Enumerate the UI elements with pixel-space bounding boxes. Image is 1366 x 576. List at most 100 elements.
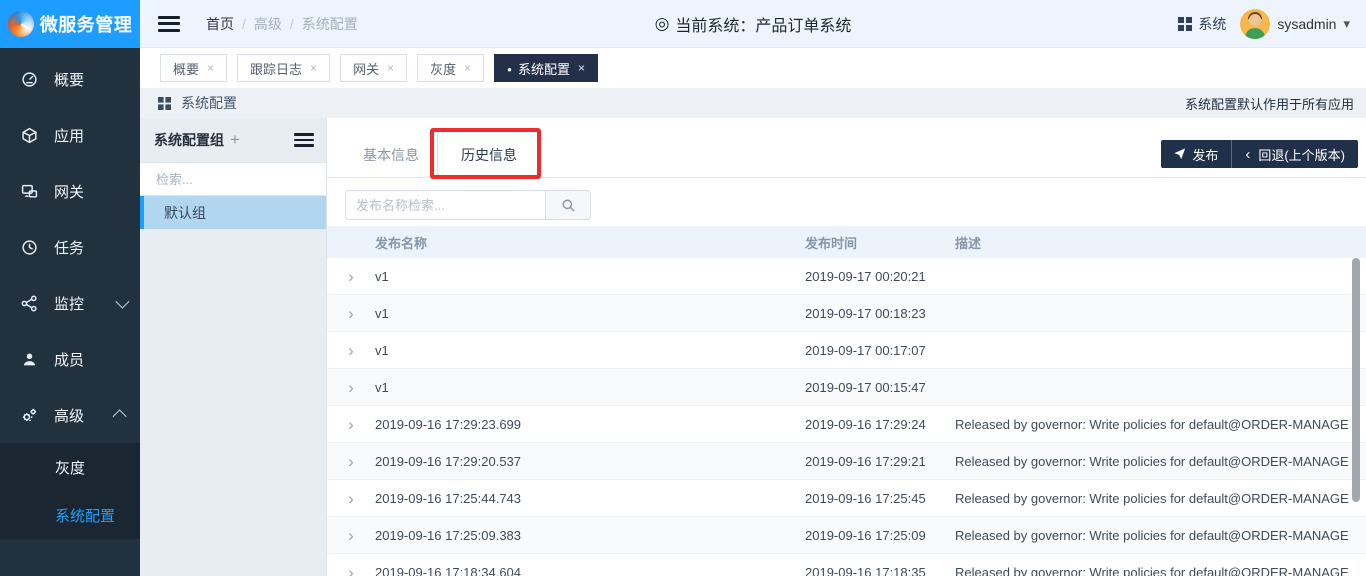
current-system-label: 当前系统： — [675, 12, 755, 36]
rollback-button[interactable]: 回退(上个版本) — [1232, 140, 1358, 168]
expand-row-icon[interactable] — [327, 379, 375, 396]
group-item-default[interactable]: 默认组 — [140, 196, 326, 229]
breadcrumb-separator — [290, 16, 294, 32]
table-row[interactable]: 2019-09-16 17:29:20.537 2019-09-16 17:29… — [327, 443, 1366, 480]
expand-row-icon[interactable] — [327, 268, 375, 285]
cell-description: Released by governor: Write policies for… — [955, 528, 1366, 543]
table-row[interactable]: v1 2019-09-17 00:20:21 — [327, 258, 1366, 295]
system-menu-label: 系统 — [1198, 14, 1226, 34]
cell-description: Released by governor: Write policies for… — [955, 491, 1366, 506]
sidebar-item-label: 概要 — [54, 69, 84, 90]
column-header-release-name: 发布名称 — [375, 233, 805, 252]
sidebar-item-gateway[interactable]: 网关 — [0, 163, 140, 219]
release-search-button[interactable] — [545, 190, 591, 220]
table-row[interactable]: 2019-09-16 17:18:34.604 2019-09-16 17:18… — [327, 554, 1366, 576]
expand-row-icon[interactable] — [327, 416, 375, 433]
sidebar-item-overview[interactable]: 概要 — [0, 51, 140, 107]
tab-basic-info[interactable]: 基本信息 — [345, 132, 437, 178]
expand-row-icon[interactable] — [327, 490, 375, 507]
add-group-button[interactable]: + — [230, 130, 240, 150]
sidebar-item-label: 监控 — [54, 293, 84, 314]
sidebar-subitem-system-config[interactable]: 系统配置 — [0, 491, 140, 539]
grid-icon — [158, 97, 171, 110]
cell-release-name: v1 — [375, 306, 805, 321]
sidebar-item-monitoring[interactable]: 监控 — [0, 275, 140, 331]
sidebar-subitem-label: 系统配置 — [55, 505, 115, 526]
publish-button[interactable]: 发布 — [1161, 140, 1232, 168]
cube-icon — [20, 126, 38, 144]
release-search-input[interactable] — [345, 190, 545, 220]
collapse-menu-icon[interactable] — [158, 16, 180, 32]
cell-release-name: v1 — [375, 380, 805, 395]
username: sysadmin — [1277, 16, 1336, 32]
top-header: 首页 高级 系统配置 当前系统：产品订单系统 系统 sysadmin — [140, 0, 1366, 48]
chevron-up-icon — [113, 409, 127, 423]
group-panel-menu-icon[interactable] — [294, 133, 314, 147]
breadcrumb-home[interactable]: 首页 — [206, 14, 234, 34]
chevron-left-icon — [1245, 146, 1252, 163]
close-icon[interactable]: × — [464, 61, 471, 75]
sidebar-item-label: 任务 — [54, 237, 84, 258]
send-icon — [1174, 148, 1186, 160]
table-row[interactable]: 2019-09-16 17:29:23.699 2019-09-16 17:29… — [327, 406, 1366, 443]
cell-release-time: 2019-09-17 00:20:21 — [805, 269, 955, 284]
breadcrumb: 首页 高级 系统配置 — [206, 14, 358, 34]
advanced-submenu: 灰度 系统配置 — [0, 443, 140, 539]
sidebar: 微服务管理 概要 应用 网关 任务 — [0, 0, 140, 576]
sidebar-item-advanced[interactable]: 高级 — [0, 387, 140, 443]
wintab-system-config[interactable]: 系统配置 × — [494, 54, 598, 82]
wintab-overview[interactable]: 概要 × — [160, 54, 227, 82]
expand-row-icon[interactable] — [327, 305, 375, 322]
group-search-input[interactable] — [154, 171, 334, 188]
table-row[interactable]: v1 2019-09-17 00:18:23 — [327, 295, 1366, 332]
sidebar-subitem-label: 灰度 — [55, 457, 85, 478]
tab-label: 基本信息 — [363, 145, 419, 165]
wintab-gateway[interactable]: 网关 × — [340, 54, 407, 82]
wintab-trace-log[interactable]: 跟踪日志 × — [237, 54, 330, 82]
wintab-label: 灰度 — [430, 59, 456, 78]
publish-button-label: 发布 — [1192, 145, 1218, 164]
table-row[interactable]: v1 2019-09-17 00:15:47 — [327, 369, 1366, 406]
wintab-gray-release[interactable]: 灰度 × — [417, 54, 484, 82]
close-icon[interactable]: × — [310, 61, 317, 75]
cell-release-name: 2019-09-16 17:29:23.699 — [375, 417, 805, 432]
cell-release-name: 2019-09-16 17:18:34.604 — [375, 565, 805, 576]
chevron-down-icon — [115, 295, 129, 309]
cell-description: Released by governor: Write policies for… — [955, 417, 1366, 432]
expand-row-icon[interactable] — [327, 342, 375, 359]
table-row[interactable]: 2019-09-16 17:25:09.383 2019-09-16 17:25… — [327, 517, 1366, 554]
column-header-description: 描述 — [955, 233, 1366, 252]
table-scrollbar[interactable] — [1352, 258, 1360, 502]
system-menu-button[interactable]: 系统 — [1178, 14, 1226, 34]
sidebar-menu: 概要 应用 网关 任务 监控 — [0, 48, 140, 539]
sidebar-item-members[interactable]: 成员 — [0, 331, 140, 387]
close-icon[interactable]: × — [387, 61, 394, 75]
avatar — [1240, 9, 1270, 39]
expand-row-icon[interactable] — [327, 564, 375, 576]
config-group-panel: 系统配置组 + 默认组 — [140, 118, 327, 576]
main-content: 基本信息 历史信息 发布 回退(上个版本) — [327, 118, 1366, 576]
section-note: 系统配置默认作用于所有应用 — [1185, 94, 1354, 113]
cell-release-name: v1 — [375, 269, 805, 284]
close-icon[interactable]: × — [578, 61, 585, 75]
current-system-indicator: 当前系统：产品订单系统 — [655, 12, 852, 36]
tab-history-info[interactable]: 历史信息 — [437, 131, 541, 178]
window-tab-bar: 概要 × 跟踪日志 × 网关 × 灰度 × 系统配置 × — [140, 48, 1366, 88]
close-icon[interactable]: × — [207, 61, 214, 75]
app-logo[interactable]: 微服务管理 — [0, 0, 140, 48]
expand-row-icon[interactable] — [327, 527, 375, 544]
breadcrumb-advanced[interactable]: 高级 — [254, 14, 282, 34]
user-menu[interactable]: sysadmin — [1240, 9, 1350, 39]
table-row[interactable]: v1 2019-09-17 00:17:07 — [327, 332, 1366, 369]
expand-row-icon[interactable] — [327, 453, 375, 470]
sidebar-item-tasks[interactable]: 任务 — [0, 219, 140, 275]
person-icon — [20, 350, 38, 368]
sidebar-item-applications[interactable]: 应用 — [0, 107, 140, 163]
sidebar-subitem-gray-release[interactable]: 灰度 — [0, 443, 140, 491]
wintab-label: 概要 — [173, 59, 199, 78]
group-search-box — [140, 162, 326, 196]
table-row[interactable]: 2019-09-16 17:25:44.743 2019-09-16 17:25… — [327, 480, 1366, 517]
cell-release-time: 2019-09-17 00:15:47 — [805, 380, 955, 395]
release-search-row — [345, 190, 591, 220]
cell-release-time: 2019-09-16 17:25:45 — [805, 491, 955, 506]
